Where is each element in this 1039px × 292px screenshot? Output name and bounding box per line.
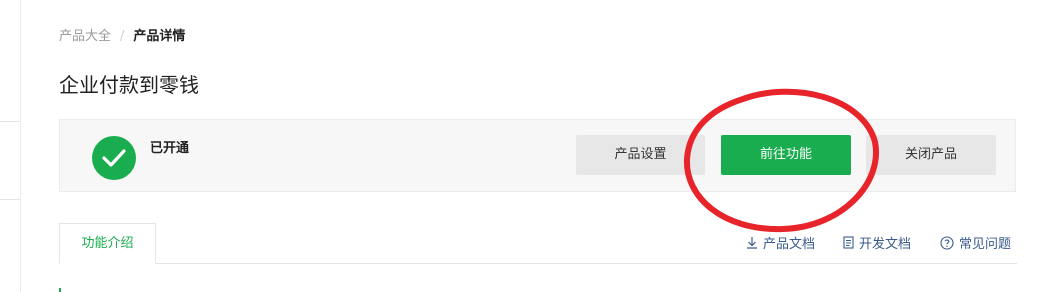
breadcrumb-current: 产品详情 xyxy=(133,29,186,44)
tabs-bar: 功能介绍 产品文档 开发文档 常见问题 xyxy=(59,223,1017,264)
download-icon xyxy=(747,237,757,249)
breadcrumb-link-all-products[interactable]: 产品大全 xyxy=(59,29,111,45)
product-settings-button[interactable]: 产品设置 xyxy=(576,135,705,175)
page-title: 企业付款到零钱 xyxy=(59,73,199,97)
question-icon xyxy=(940,235,954,250)
product-doc-link[interactable]: 产品文档 xyxy=(746,233,815,252)
close-product-button[interactable]: 关闭产品 xyxy=(866,135,996,175)
left-sidebar-edge xyxy=(0,0,21,292)
tab-feature-intro[interactable]: 功能介绍 xyxy=(59,223,156,264)
faq-link[interactable]: 常见问题 xyxy=(940,233,1011,252)
status-text: 已开通 xyxy=(150,141,190,156)
document-icon xyxy=(843,236,854,249)
go-to-function-button[interactable]: 前往功能 xyxy=(721,135,851,175)
check-circle-icon xyxy=(92,136,136,180)
product-doc-label: 产品文档 xyxy=(763,237,816,252)
dev-doc-label: 开发文档 xyxy=(859,237,912,252)
product-detail-page: 产品大全 / 产品详情 企业付款到零钱 已开通 产品设置 前往功能 关闭产品 功… xyxy=(0,0,1039,292)
content-edge-mark xyxy=(59,288,61,292)
sidebar-divider xyxy=(0,199,20,200)
product-status-panel: 已开通 产品设置 前往功能 关闭产品 xyxy=(59,119,1016,192)
faq-label: 常见问题 xyxy=(959,237,1012,252)
breadcrumb-separator: / xyxy=(120,29,125,44)
breadcrumb: 产品大全 / 产品详情 xyxy=(59,29,185,45)
sidebar-divider xyxy=(0,121,20,122)
dev-doc-link[interactable]: 开发文档 xyxy=(843,233,911,252)
